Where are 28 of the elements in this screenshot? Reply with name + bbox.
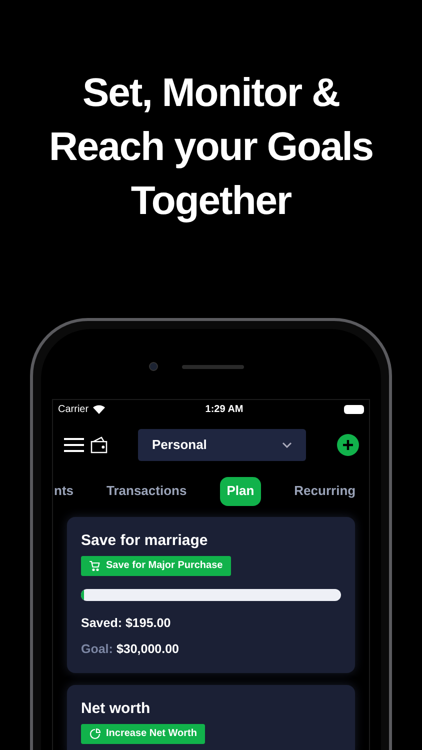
account-dropdown[interactable]: Personal [138,429,306,461]
plus-icon [343,440,353,450]
wallet-icon[interactable] [89,435,109,455]
headline: Set, Monitor & [82,70,340,117]
add-button[interactable] [337,434,359,456]
goal-title: Save for marriage [81,531,208,551]
camera-icon [148,362,158,371]
goal-title: Net worth [81,699,150,719]
tab[interactable]: Transactions [106,476,187,506]
goal-amount: Goal: $30,000.00 [81,641,179,658]
goal-card[interactable]: Net worth Increase Net Worth [67,685,355,750]
tab[interactable]: Recurring [294,476,356,506]
chevron-down-icon [282,442,292,448]
headline: Reach your Goals [48,124,374,171]
speaker-icon [182,364,244,368]
headline: Together [130,178,292,225]
cart-icon [89,560,101,572]
menu-icon[interactable] [63,437,85,453]
status-time: 1:29 AM [205,402,244,416]
goal-type-tag: Save for Major Purchase [81,556,231,576]
goal-card[interactable]: Save for marriage Save for Major Purchase Saved: $195.00 Goal: $30,000.00 [67,517,355,673]
carrier-label: Carrier [58,402,89,416]
pie-chart-icon [89,728,101,740]
battery-icon [344,404,364,414]
saved-amount: Saved: $195.00 [81,614,171,632]
tab[interactable]: nts [54,476,74,506]
goal-type-tag: Increase Net Worth [81,724,205,744]
wifi-icon [92,404,105,414]
